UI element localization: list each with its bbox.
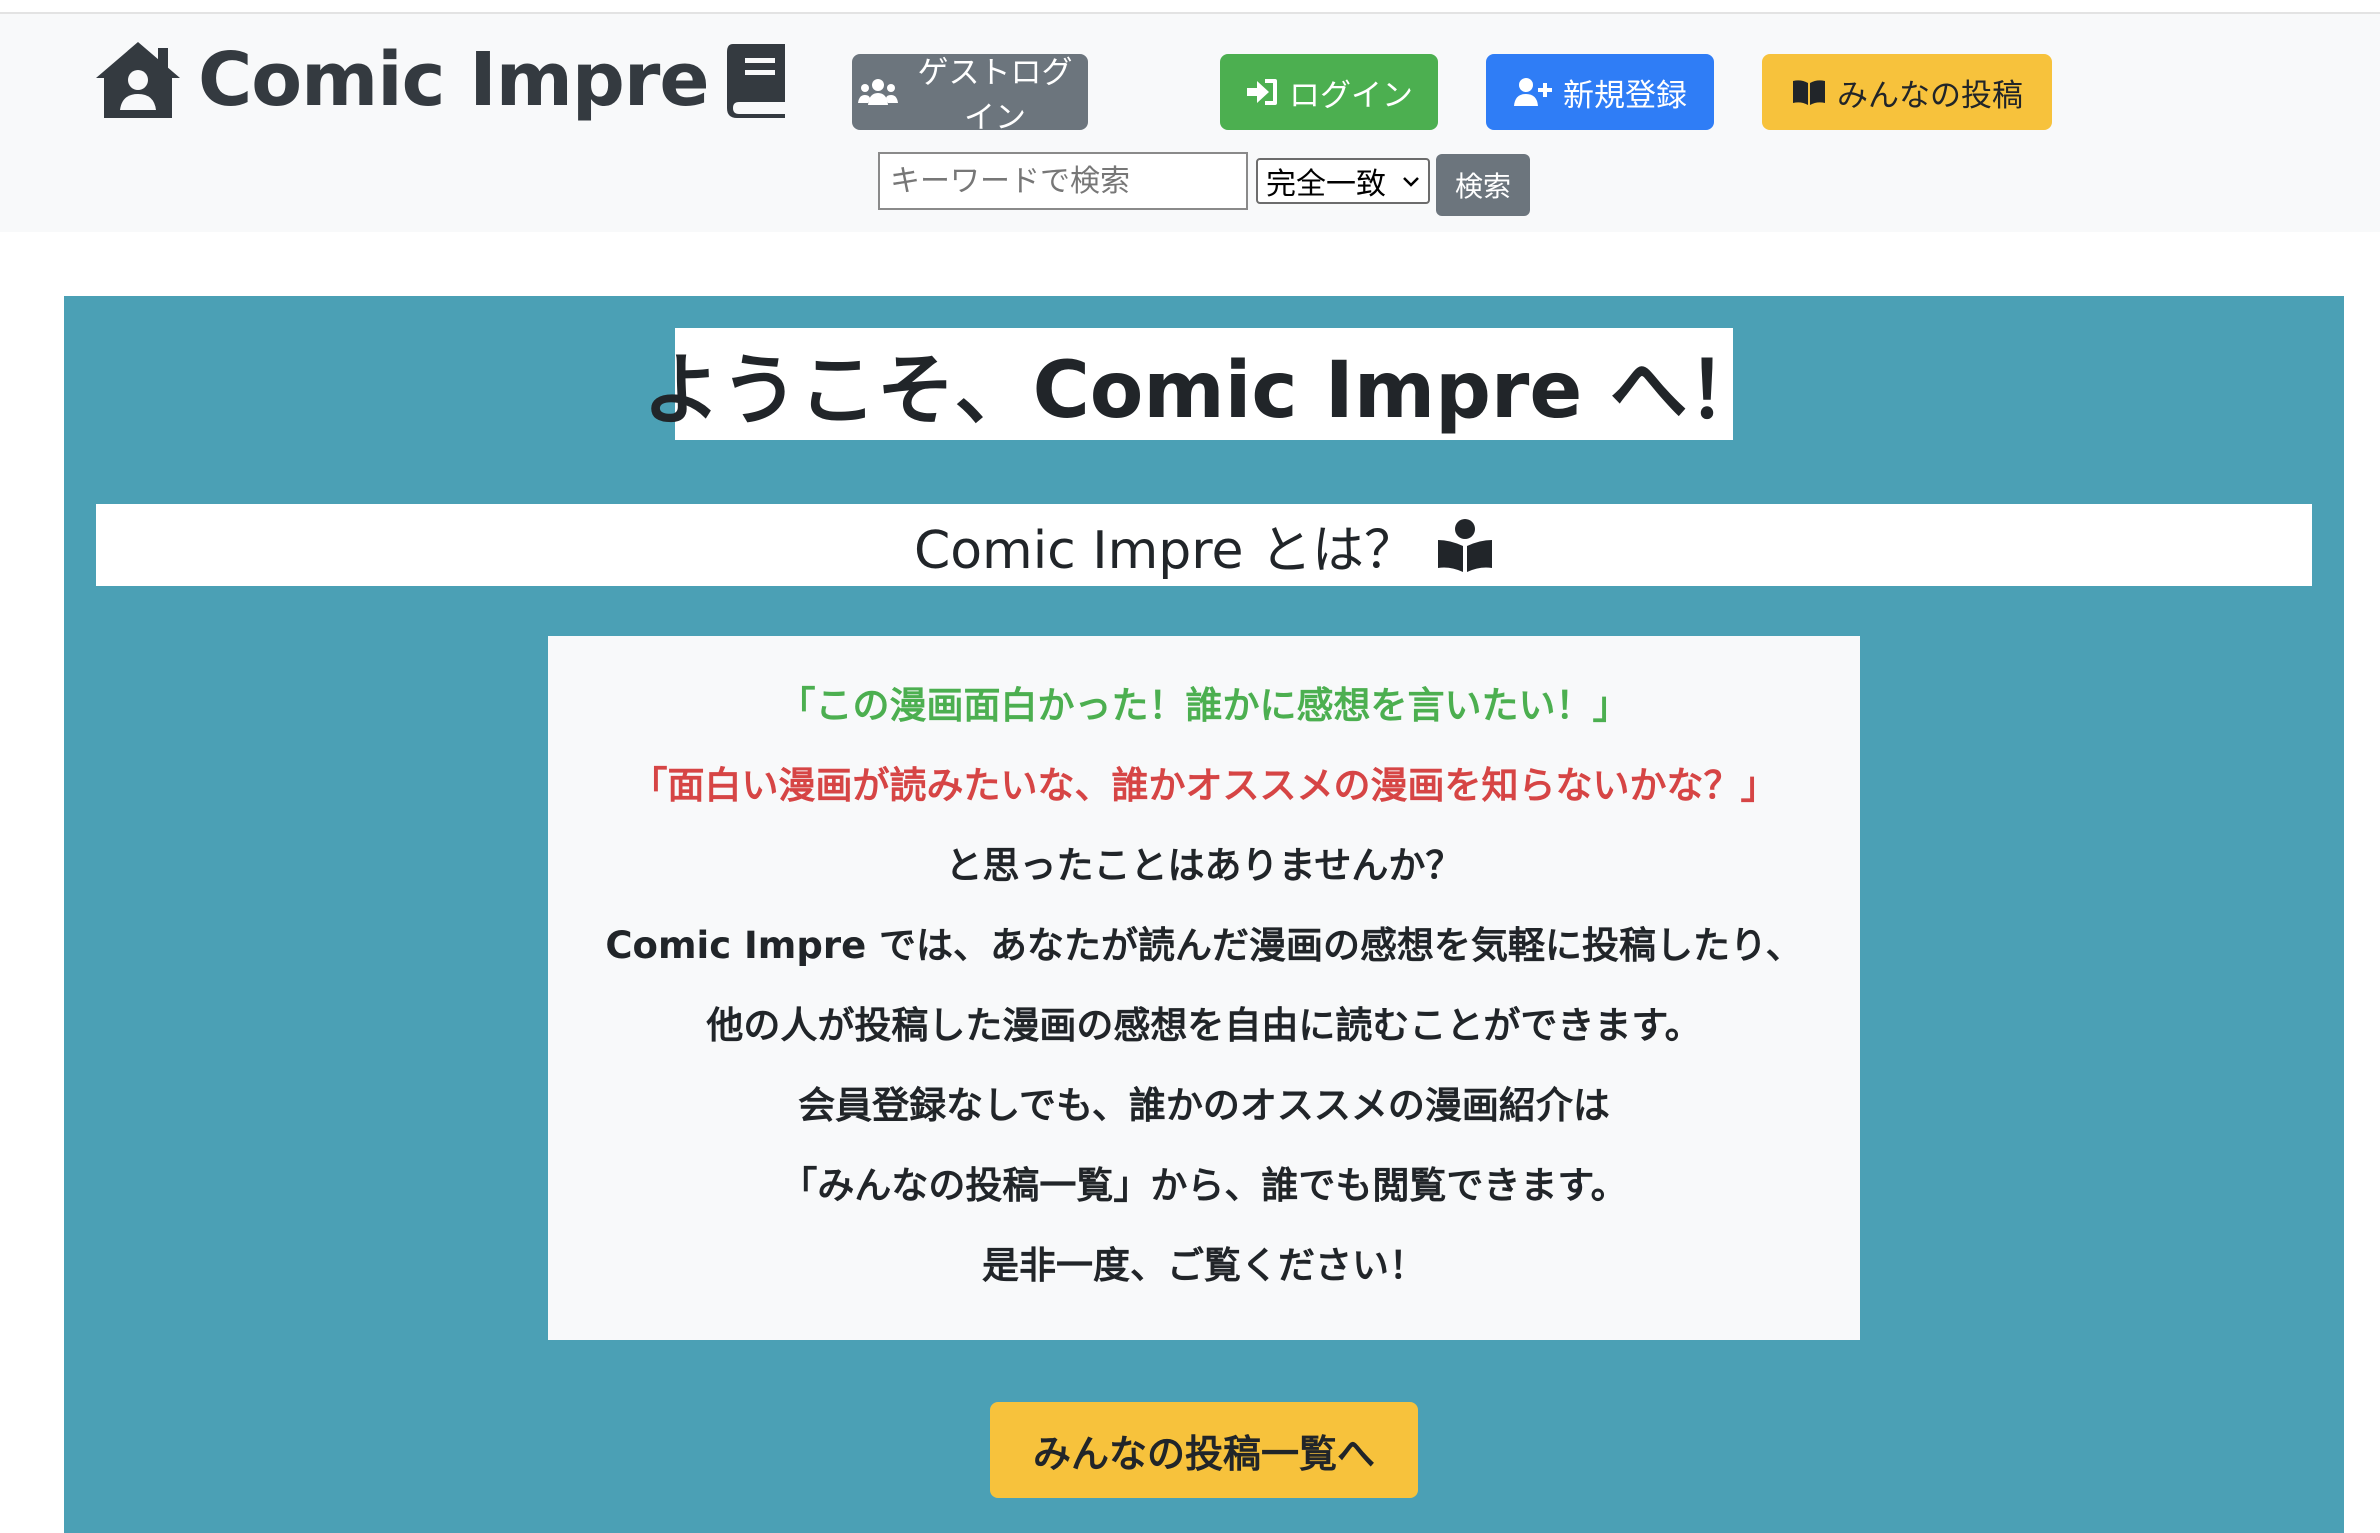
house-user-icon [92,38,184,122]
intro-line-8: 是非一度、ご覧ください！ [982,1244,1426,1287]
match-mode-select[interactable]: 完全一致 [1256,158,1430,204]
search-input[interactable] [878,152,1248,210]
intro-line-4: Comic Impre では、あなたが読んだ漫画の感想を気軽に投稿したり、 [605,924,1803,967]
intro-line-3: と思ったことはありませんか？ [945,844,1463,887]
user-plus-icon [1513,77,1553,107]
brand-link[interactable]: Comic Impre [92,30,793,130]
intro-line-5: 他の人が投稿した漫画の感想を自由に読むことができます。 [706,1004,1702,1047]
navbar: Comic Impre ゲストログイン ログイン 新規登録 みんなの投稿 キーワ… [0,14,2380,232]
match-mode-value: 完全一致 [1266,167,1386,202]
intro-line-2: 「面白い漫画が読みたいな、誰かオススメの漫画を知らないかな？」 [630,764,1778,807]
search-button[interactable]: 検索 [1436,154,1530,216]
guest-login-label: ゲストログイン [917,55,1073,136]
view-all-posts-button[interactable]: みんなの投稿一覧へ [990,1402,1418,1498]
login-button[interactable]: ログイン [1220,54,1438,130]
welcome-heading: ようこそ、Comic Impre へ！ [643,328,1765,440]
about-heading: Comic Impre とは？ [96,504,2312,586]
intro-line-1: 「この漫画面白かった！誰かに感想を言いたい！」 [778,684,1630,727]
book-open-icon [1791,78,1827,106]
posts-label: みんなの投稿 [1837,77,2023,114]
book-reader-icon [1436,518,1494,572]
login-label: ログイン [1289,77,1413,114]
book-icon [723,40,793,120]
brand-title: Comic Impre [198,37,710,123]
chevron-down-icon [1402,170,1420,192]
sign-in-icon [1245,77,1279,107]
users-icon [858,77,898,107]
guest-login-button[interactable]: ゲストログイン [852,54,1088,136]
posts-button[interactable]: みんなの投稿 [1762,54,2052,130]
window-top-edge [0,0,2380,14]
intro-line-7: 「みんなの投稿一覧」から、誰でも閲覧できます。 [780,1164,1628,1207]
signup-button[interactable]: 新規登録 [1486,54,1714,130]
about-heading-text: Comic Impre とは？ [913,520,1417,581]
intro-card: 「この漫画面白かった！誰かに感想を言いたい！」 「面白い漫画が読みたいな、誰かオ… [548,636,1860,1340]
intro-line-6: 会員登録なしでも、誰かのオススメの漫画紹介は [798,1084,1610,1127]
signup-label: 新規登録 [1563,77,1687,114]
